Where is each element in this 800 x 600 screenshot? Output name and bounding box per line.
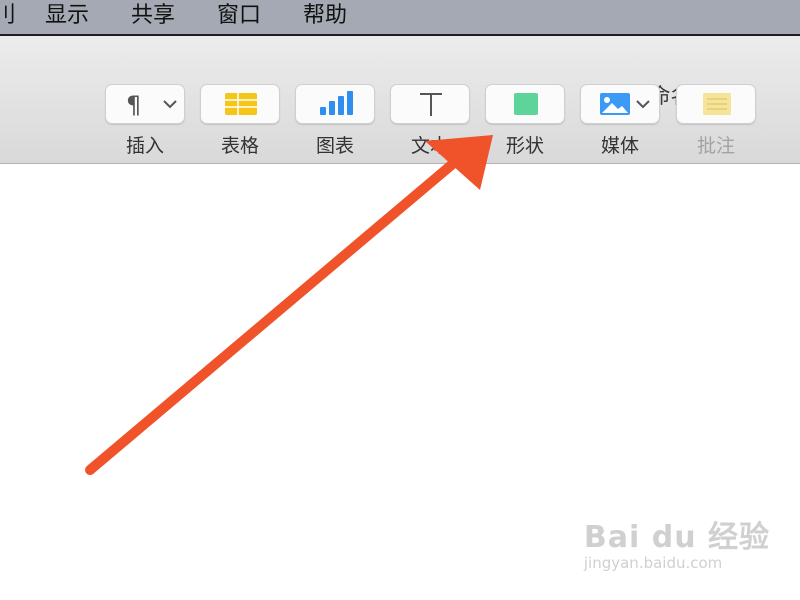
- text-icon: [420, 93, 442, 116]
- menu-item-share[interactable]: 共享: [131, 0, 175, 34]
- shape-label: 形状: [505, 135, 544, 157]
- watermark: Bai du 经验 jingyan.baidu.com: [584, 512, 770, 572]
- comment-button[interactable]: [676, 84, 756, 124]
- menu-item-view[interactable]: 显示: [45, 0, 89, 34]
- media-label: 媒体: [600, 135, 639, 157]
- text-button[interactable]: [390, 84, 470, 124]
- menu-item-help[interactable]: 帮助: [303, 0, 347, 34]
- menu-item-window[interactable]: 窗口: [217, 0, 261, 34]
- media-icon: [600, 93, 650, 115]
- watermark-url: jingyan.baidu.com: [583, 554, 723, 572]
- insert-button[interactable]: ¶: [105, 84, 185, 124]
- comment-label: 批注: [696, 135, 735, 157]
- chart-button[interactable]: [295, 84, 375, 124]
- comment-icon: [703, 93, 731, 115]
- paragraph-icon: ¶: [126, 91, 177, 119]
- table-label: 表格: [220, 135, 259, 157]
- chart-icon: [320, 91, 353, 115]
- shape-icon: [514, 93, 538, 115]
- text-label: 文本: [410, 135, 449, 157]
- insert-label: 插入: [125, 135, 164, 157]
- table-icon: [225, 93, 257, 115]
- shape-button[interactable]: [485, 84, 565, 124]
- media-button[interactable]: [580, 84, 660, 124]
- menu-item-partial[interactable]: 刂: [0, 0, 16, 34]
- menu-bar: 刂 显示 共享 窗口 帮助: [0, 0, 800, 36]
- chart-label: 图表: [315, 135, 354, 157]
- svg-text:¶: ¶: [126, 91, 141, 119]
- table-button[interactable]: [200, 84, 280, 124]
- watermark-logo: Bai du 经验: [583, 520, 770, 555]
